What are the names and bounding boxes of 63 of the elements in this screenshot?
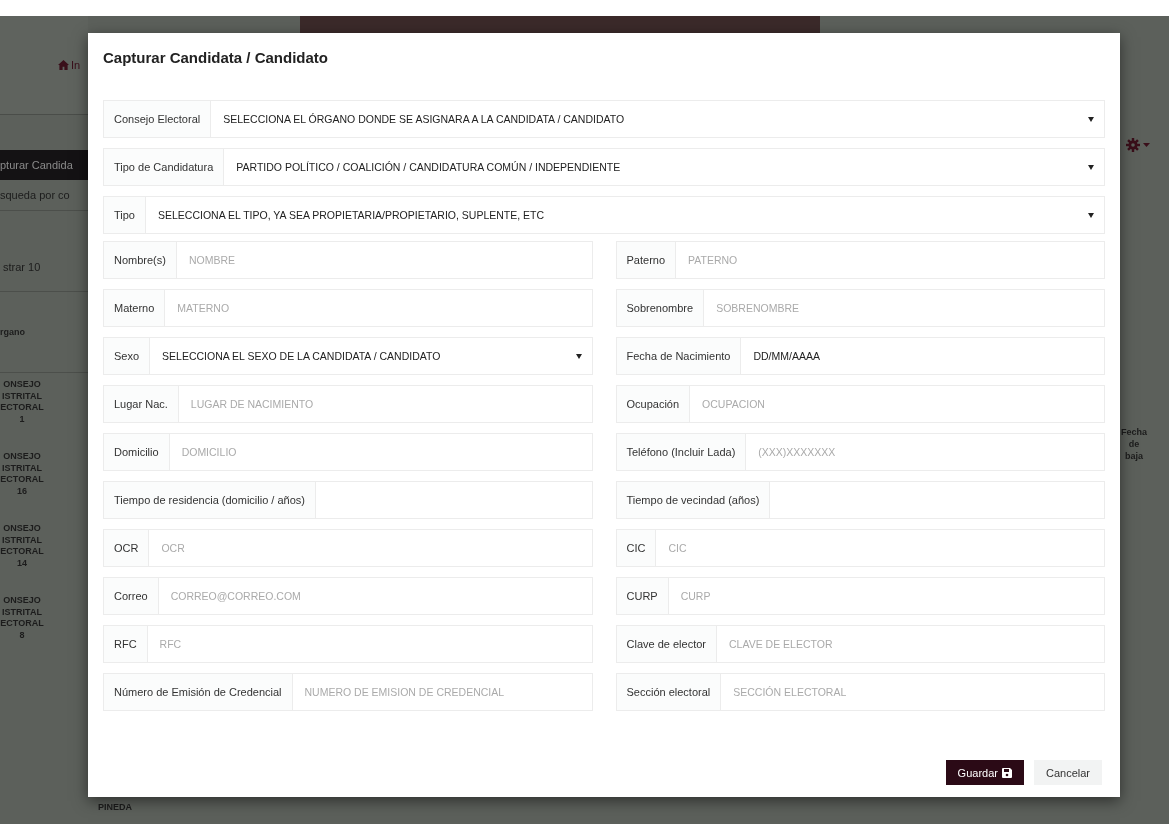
save-button[interactable]: Guardar — [945, 760, 1024, 785]
settings-icon — [1126, 138, 1140, 152]
modal-title: Capturar Candidata / Candidato — [103, 49, 330, 66]
field-label: Tipo de Candidatura — [103, 148, 225, 186]
field-label: OCR — [103, 529, 150, 567]
field-label: Ocupación — [615, 385, 691, 423]
select-field[interactable]: SELECCIONA EL TIPO, YA SEA PROPIETARIA/PROPIETARIO, SUPLENTE, ETC — [146, 196, 1105, 234]
cancel-button[interactable]: Cancelar — [1033, 760, 1102, 785]
input-field[interactable]: CIC — [656, 529, 1105, 567]
field-label: Número de Emisión de Credencial — [103, 673, 293, 711]
input-field[interactable]: DOMICILIO — [169, 433, 593, 471]
table-cell: PINEDA — [98, 802, 132, 812]
input-field[interactable]: DD/MM/AAAA — [741, 337, 1105, 375]
field-label: Consejo Electoral — [103, 100, 212, 138]
input-field[interactable]: CLAVE DE ELECTOR — [717, 625, 1105, 663]
field-label: Materno — [103, 289, 166, 327]
input-field[interactable]: CURP — [668, 577, 1105, 615]
select-field[interactable]: SELECCIONA EL SEXO DE LA CANDIDATA / CANDIDATO — [150, 337, 593, 375]
field-label: Nombre(s) — [103, 241, 177, 279]
input-field[interactable]: CORREO@CORREO.COM — [158, 577, 593, 615]
show-entries-label: strar 10 — [2, 260, 42, 275]
field-label: CIC — [615, 529, 657, 567]
table-cell-text: ONSEJO ISTRITAL ECTORAL 8 — [0, 594, 44, 643]
field-label: Tipo — [103, 196, 146, 234]
input-field[interactable]: OCUPACION — [690, 385, 1105, 423]
table-cell-text: ONSEJO ISTRITAL ECTORAL 14 — [0, 522, 44, 571]
field-label: Sobrenombre — [615, 289, 705, 327]
input-field[interactable]: OCR — [149, 529, 593, 567]
field-label: Fecha de Nacimiento — [615, 337, 742, 375]
field-label: Tiempo de residencia (domicilio / años) — [103, 481, 316, 519]
caret-icon — [1088, 164, 1094, 170]
field-label: Teléfono (Incluir Lada) — [615, 433, 747, 471]
input-field[interactable]: RFC — [147, 625, 593, 663]
field-label: Paterno — [615, 241, 677, 279]
tab[interactable]: pturar Candida — [0, 150, 88, 180]
input-field[interactable]: (XXX)XXXXXXX — [746, 433, 1105, 471]
field-label: Sexo — [103, 337, 151, 375]
caret-icon — [1088, 116, 1094, 122]
table-cell-text: ONSEJO ISTRITAL ECTORAL 1 — [0, 378, 44, 427]
field-label: CURP — [615, 577, 669, 615]
field-label: Lugar Nac. — [103, 385, 179, 423]
settings-menu[interactable] — [1126, 138, 1150, 152]
field-label: Tiempo de vecindad (años) — [615, 481, 771, 519]
table-cell-text: ONSEJO ISTRITAL ECTORAL 16 — [0, 450, 44, 499]
select-field[interactable]: SELECCIONA EL ÓRGANO DONDE SE ASIGNARA A LA CANDIDATA / CANDIDATO — [211, 100, 1105, 138]
column-header: Fecha de baja — [1120, 426, 1148, 463]
caret-icon — [1088, 212, 1094, 218]
input-field[interactable]: SECCIÓN ELECTORAL — [721, 673, 1105, 711]
home-icon — [58, 60, 69, 70]
field-label: Sección electoral — [615, 673, 722, 711]
caret-icon — [1143, 143, 1150, 147]
input-field[interactable]: PATERNO — [676, 241, 1105, 279]
field-label: Correo — [103, 577, 159, 615]
input-field[interactable]: NOMBRE — [176, 241, 593, 279]
caret-icon — [575, 353, 582, 359]
field-label: Clave de elector — [615, 625, 717, 663]
input-field[interactable]: NUMERO DE EMISION DE CREDENCIAL — [292, 673, 593, 711]
input-field[interactable]: SOBRENOMBRE — [704, 289, 1105, 327]
field-label: RFC — [103, 625, 148, 663]
input-field[interactable]: MATERNO — [165, 289, 593, 327]
field-label: Domicilio — [103, 433, 170, 471]
select-field[interactable]: PARTIDO POLÍTICO / COALICIÓN / CANDIDATURA COMÚN / INDEPENDIENTE — [224, 148, 1105, 186]
input-field[interactable]: LUGAR DE NACIMIENTO — [178, 385, 593, 423]
